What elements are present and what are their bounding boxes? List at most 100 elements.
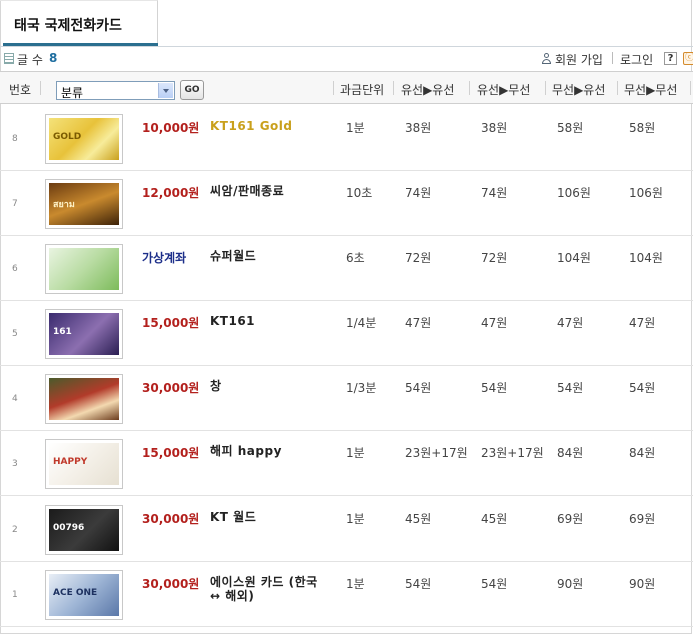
rate-landline-mobile: 54원: [481, 577, 508, 591]
card-image-label: 161: [53, 327, 72, 337]
rate-landline-landline: 74원: [405, 186, 432, 200]
category-select[interactable]: 분류: [56, 81, 175, 100]
title-tab[interactable]: 태국 국제전화카드: [0, 0, 158, 44]
header-landline-landline: 유선▶유선: [401, 83, 455, 97]
billing-unit: 1분: [346, 121, 365, 135]
card-thumbnail[interactable]: HAPPY: [45, 439, 123, 489]
rate-mobile-mobile: 54원: [629, 381, 656, 395]
card-name[interactable]: KT161: [210, 314, 325, 328]
rate-landline-mobile: 54원: [481, 381, 508, 395]
row-number: 7: [12, 199, 18, 209]
card-image: GOLD: [49, 118, 119, 160]
card-thumbnail[interactable]: สยาม: [45, 179, 123, 229]
go-button[interactable]: GO: [180, 80, 204, 100]
rate-mobile-mobile: 84원: [629, 446, 656, 460]
rate-mobile-landline: 58원: [557, 121, 584, 135]
card-price[interactable]: 30,000원: [142, 379, 199, 396]
table-row[interactable]: 3 HAPPY 15,000원 해피 happy 1분 23원+17원 23원+…: [0, 431, 693, 496]
card-image-label: HAPPY: [53, 457, 88, 467]
help-icon[interactable]: ?: [664, 52, 677, 65]
card-image: [49, 248, 119, 290]
billing-unit: 6초: [346, 251, 365, 265]
rate-landline-mobile: 38원: [481, 121, 508, 135]
card-price[interactable]: 15,000원: [142, 314, 199, 331]
rate-mobile-landline: 90원: [557, 577, 584, 591]
header-divider: [617, 81, 618, 95]
billing-unit: 1/3분: [346, 381, 377, 395]
table-row[interactable]: 8 GOLD 10,000원 KT161 Gold 1분 38원 38원 58원…: [0, 106, 693, 171]
header-divider: [333, 81, 334, 95]
rate-landline-mobile: 23원+17원: [481, 446, 544, 460]
toolbar: 글 수 8 회원 가입 로그인 ? ⓒ: [0, 50, 693, 68]
chevron-down-icon[interactable]: [158, 83, 173, 98]
rate-landline-landline: 38원: [405, 121, 432, 135]
card-name[interactable]: 씨암/판매종료: [210, 184, 325, 198]
card-price[interactable]: 10,000원: [142, 119, 199, 136]
rate-mobile-mobile: 90원: [629, 577, 656, 591]
billing-unit: 1/4분: [346, 316, 377, 330]
card-name[interactable]: KT 월드: [210, 510, 325, 524]
row-number: 5: [12, 329, 18, 339]
header-unit: 과금단위: [340, 83, 385, 97]
card-image: HAPPY: [49, 443, 119, 485]
page-title: 태국 국제전화카드: [14, 18, 122, 34]
nav-divider: [612, 52, 613, 64]
login-link[interactable]: 로그인: [620, 51, 653, 68]
header-divider: [690, 81, 691, 95]
card-price[interactable]: 가상계좌: [142, 249, 186, 266]
card-thumbnail[interactable]: GOLD: [45, 114, 123, 164]
extra-icon[interactable]: ⓒ: [683, 52, 693, 65]
rate-landline-landline: 45원: [405, 512, 432, 526]
card-name[interactable]: 해피 happy: [210, 444, 325, 458]
card-thumbnail[interactable]: 00796: [45, 505, 123, 555]
rate-landline-landline: 23원+17원: [405, 446, 468, 460]
rate-mobile-landline: 104원: [557, 251, 591, 265]
card-image: สยาม: [49, 183, 119, 225]
card-image-label: สยาม: [53, 200, 75, 210]
rate-mobile-landline: 69원: [557, 512, 584, 526]
card-name[interactable]: KT161 Gold: [210, 119, 325, 133]
table-row[interactable]: 5 161 15,000원 KT161 1/4분 47원 47원 47원 47원: [0, 301, 693, 366]
title-tabbar: 태국 국제전화카드: [0, 0, 693, 47]
rate-mobile-mobile: 106원: [629, 186, 663, 200]
card-thumbnail[interactable]: 161: [45, 309, 123, 359]
billing-unit: 1분: [346, 512, 365, 526]
join-link[interactable]: 회원 가입: [555, 51, 603, 68]
row-number: 2: [12, 525, 18, 535]
rate-landline-mobile: 45원: [481, 512, 508, 526]
card-image-label: ACE ONE: [53, 588, 98, 598]
table-row[interactable]: 2 00796 30,000원 KT 월드 1분 45원 45원 69원 69원: [0, 497, 693, 562]
card-image: 161: [49, 313, 119, 355]
table-row[interactable]: 1 ACE ONE 30,000원 에이스원 카드 (한국 ↔ 해외) 1분 5…: [0, 562, 693, 627]
row-number: 4: [12, 394, 18, 404]
table-header: 번호 분류 GO 과금단위 유선▶유선 유선▶무선 무선▶유선 무선▶무선: [0, 71, 693, 104]
rate-landline-landline: 72원: [405, 251, 432, 265]
table-row[interactable]: 4 30,000원 창 1/3분 54원 54원 54원 54원: [0, 366, 693, 431]
card-name[interactable]: 창: [210, 379, 325, 393]
rate-landline-landline: 47원: [405, 316, 432, 330]
card-name[interactable]: 에이스원 카드 (한국 ↔ 해외): [210, 575, 325, 603]
card-price[interactable]: 30,000원: [142, 510, 199, 527]
rate-mobile-landline: 54원: [557, 381, 584, 395]
billing-unit: 1분: [346, 446, 365, 460]
card-price[interactable]: 15,000원: [142, 444, 199, 461]
rate-landline-landline: 54원: [405, 577, 432, 591]
table-row[interactable]: 6 가상계좌 슈퍼월드 6초 72원 72원 104원 104원: [0, 236, 693, 301]
table-row[interactable]: 7 สยาม 12,000원 씨암/판매종료 10초 74원 74원 106원 …: [0, 171, 693, 236]
row-number: 8: [12, 134, 18, 144]
card-thumbnail[interactable]: ACE ONE: [45, 570, 123, 620]
rate-landline-mobile: 47원: [481, 316, 508, 330]
rate-mobile-mobile: 47원: [629, 316, 656, 330]
card-thumbnail[interactable]: [45, 244, 123, 294]
rate-mobile-landline: 84원: [557, 446, 584, 460]
rate-landline-mobile: 74원: [481, 186, 508, 200]
card-image-label: GOLD: [53, 132, 82, 142]
header-divider: [40, 81, 41, 95]
card-price[interactable]: 30,000원: [142, 575, 199, 592]
card-image: [49, 378, 119, 420]
card-price[interactable]: 12,000원: [142, 184, 199, 201]
card-name[interactable]: 슈퍼월드: [210, 249, 325, 263]
card-thumbnail[interactable]: [45, 374, 123, 424]
card-image: 00796: [49, 509, 119, 551]
header-divider: [469, 81, 470, 95]
